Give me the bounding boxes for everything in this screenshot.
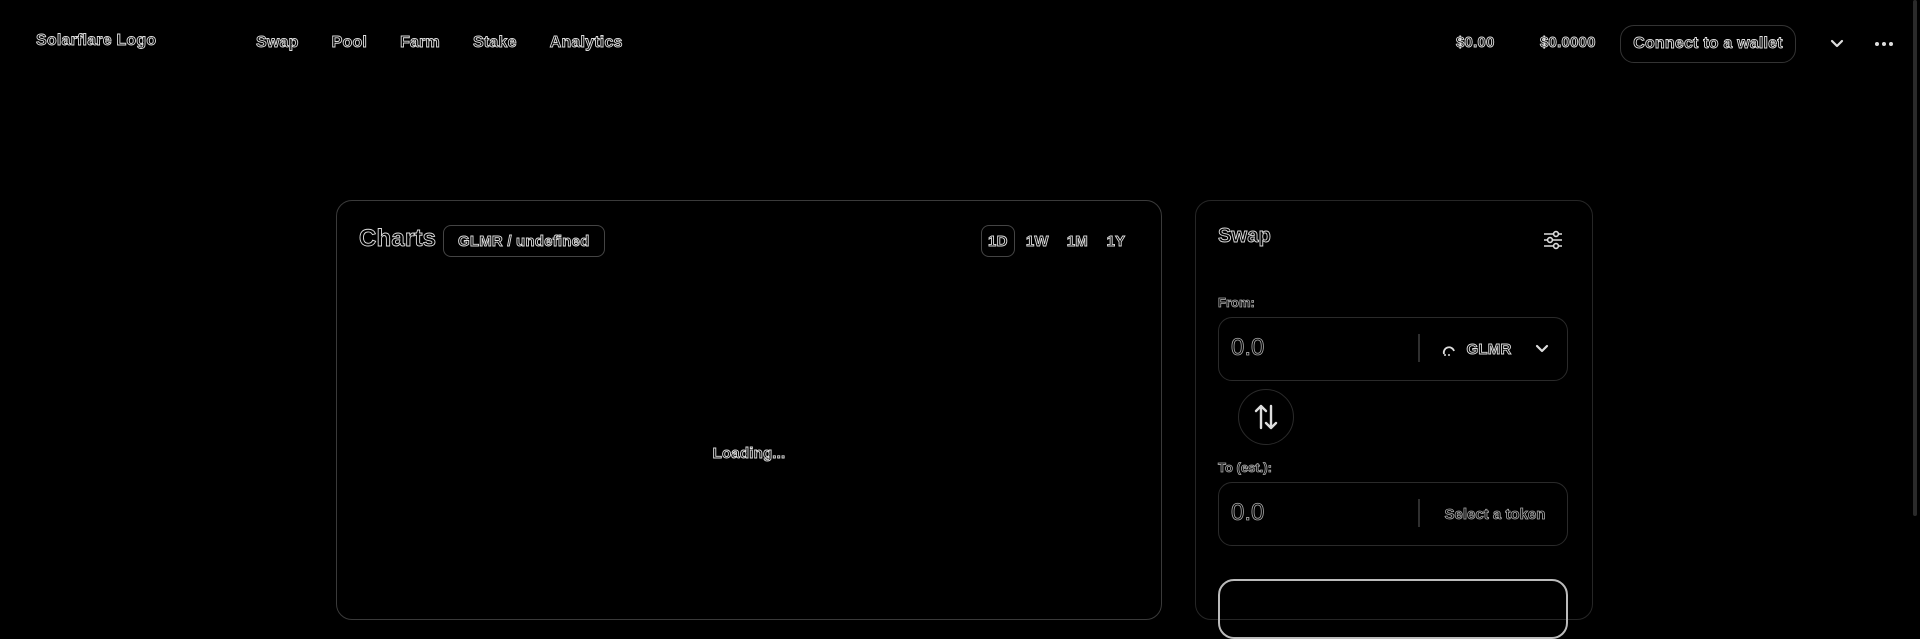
range-1d[interactable]: 1D [980, 225, 1015, 257]
nav-stake[interactable]: Stake [473, 34, 517, 52]
main-nav: Swap Pool Farm Stake Analytics [256, 34, 656, 52]
more-horizontal-icon [1875, 42, 1893, 46]
swap-title: Swap [1218, 225, 1272, 248]
settings-button[interactable] [1542, 229, 1564, 251]
top-header: Solarflare Logo Swap Pool Farm Stake Ana… [0, 0, 1920, 88]
to-label: To (est.): [1218, 460, 1273, 476]
from-token-select[interactable]: GLMR [1423, 318, 1567, 380]
range-1m[interactable]: 1M [1060, 225, 1095, 257]
from-token-field: 0.0 GLMR [1218, 317, 1568, 381]
swap-panel: Swap From: 0.0 GLMR To (est.): 0.0 Selec… [1195, 200, 1593, 639]
connect-wallet-button[interactable]: Connect to a wallet [1620, 25, 1796, 63]
to-token-select[interactable]: Select a token [1423, 483, 1567, 545]
chevron-down-icon [1830, 39, 1844, 48]
nav-swap[interactable]: Swap [256, 34, 299, 52]
range-1y[interactable]: 1Y [1099, 225, 1133, 257]
token-price-secondary[interactable]: $0.0000 [1540, 34, 1596, 52]
page-scrollbar[interactable] [1913, 0, 1917, 516]
charts-title: Charts [359, 225, 437, 253]
nav-farm[interactable]: Farm [400, 34, 441, 52]
swap-direction-button[interactable] [1238, 389, 1294, 445]
to-amount-input[interactable]: 0.0 [1231, 499, 1265, 527]
glmr-token-icon [1442, 346, 1455, 356]
range-1w[interactable]: 1W [1019, 225, 1056, 257]
sliders-icon [1544, 230, 1562, 250]
site-logo[interactable]: Solarflare Logo [36, 32, 157, 50]
field-divider [1418, 499, 1420, 527]
chevron-down-icon [1536, 344, 1549, 353]
nav-analytics[interactable]: Analytics [549, 34, 623, 52]
swap-connect-wallet-button[interactable] [1218, 579, 1568, 639]
more-menu-button[interactable] [1872, 34, 1896, 54]
pair-selector[interactable]: GLMR / undefined [443, 225, 605, 257]
from-token-name: GLMR [1466, 340, 1512, 358]
network-dropdown-button[interactable] [1826, 34, 1848, 54]
from-label: From: [1218, 295, 1256, 311]
from-amount-input[interactable]: 0.0 [1231, 334, 1265, 362]
chart-loading-text: Loading... [712, 445, 786, 463]
select-token-label: Select a token [1444, 505, 1546, 523]
arrows-up-down-icon [1254, 404, 1278, 430]
field-divider [1418, 334, 1420, 362]
time-range-tabs: 1D 1W 1M 1Y [980, 225, 1133, 257]
to-token-field: 0.0 Select a token [1218, 482, 1568, 546]
nav-pool[interactable]: Pool [331, 34, 367, 52]
token-price-primary[interactable]: $0.00 [1456, 34, 1495, 52]
charts-panel: Charts GLMR / undefined 1D 1W 1M 1Y Load… [336, 200, 1162, 620]
